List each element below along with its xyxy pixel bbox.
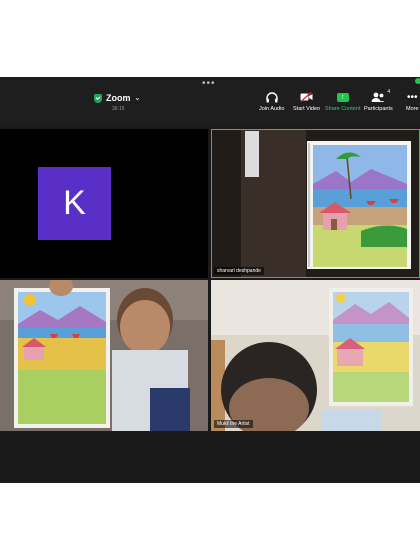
video-off-icon <box>300 91 313 103</box>
start-video-label: Start Video <box>293 106 321 112</box>
video-feed-drawing <box>211 280 420 431</box>
join-audio-button[interactable]: Join Audio <box>259 91 284 112</box>
meeting-info-button[interactable]: Zoom ⌄ <box>94 93 140 103</box>
more-label: More <box>406 106 419 112</box>
video-feed-drawing <box>0 280 208 431</box>
status-indicator <box>415 78 420 84</box>
share-arrow-icon: ↑ <box>336 92 349 102</box>
more-button[interactable]: ••• More <box>406 91 419 113</box>
shield-icon <box>94 93 102 103</box>
video-tile-avatar[interactable]: K <box>0 129 208 278</box>
participant-name: Mukil the Artist <box>214 420 253 428</box>
video-feed-drawing <box>211 129 420 278</box>
video-tile-child[interactable] <box>0 280 208 431</box>
start-video-button[interactable]: Start Video <box>293 91 320 112</box>
participant-count: 4 <box>387 89 391 95</box>
video-tile-mukil[interactable]: Mukil the Artist <box>211 280 420 431</box>
participants-button[interactable]: 4 Participants <box>364 89 393 112</box>
participants-label: Participants <box>364 106 393 112</box>
participant-name: sharvari deshpande <box>214 267 264 275</box>
headphones-icon <box>265 91 278 103</box>
more-dots-icon: ••• <box>407 91 418 103</box>
chevron-down-icon: ⌄ <box>134 95 141 102</box>
meeting-timer: 36:15 <box>112 106 125 112</box>
avatar-letter: K <box>63 184 86 222</box>
avatar: K <box>38 167 111 240</box>
zoom-window: ••• Zoom ⌄ 36:15 Join Audio Start Video … <box>0 77 420 483</box>
share-icon-wrapper: ↑ <box>336 91 349 103</box>
top-bar: ••• Zoom ⌄ 36:15 Join Audio Start Video … <box>0 77 420 127</box>
join-audio-label: Join Audio <box>259 106 285 112</box>
window-drag-dots[interactable]: ••• <box>202 78 216 89</box>
share-content-label: Share Content <box>325 106 361 112</box>
participants-icon: 4 <box>371 89 390 103</box>
share-content-button[interactable]: ↑ Share Content <box>325 91 360 112</box>
video-tile-sharvari[interactable]: sharvari deshpande <box>211 129 420 278</box>
app-name: Zoom <box>106 93 131 103</box>
